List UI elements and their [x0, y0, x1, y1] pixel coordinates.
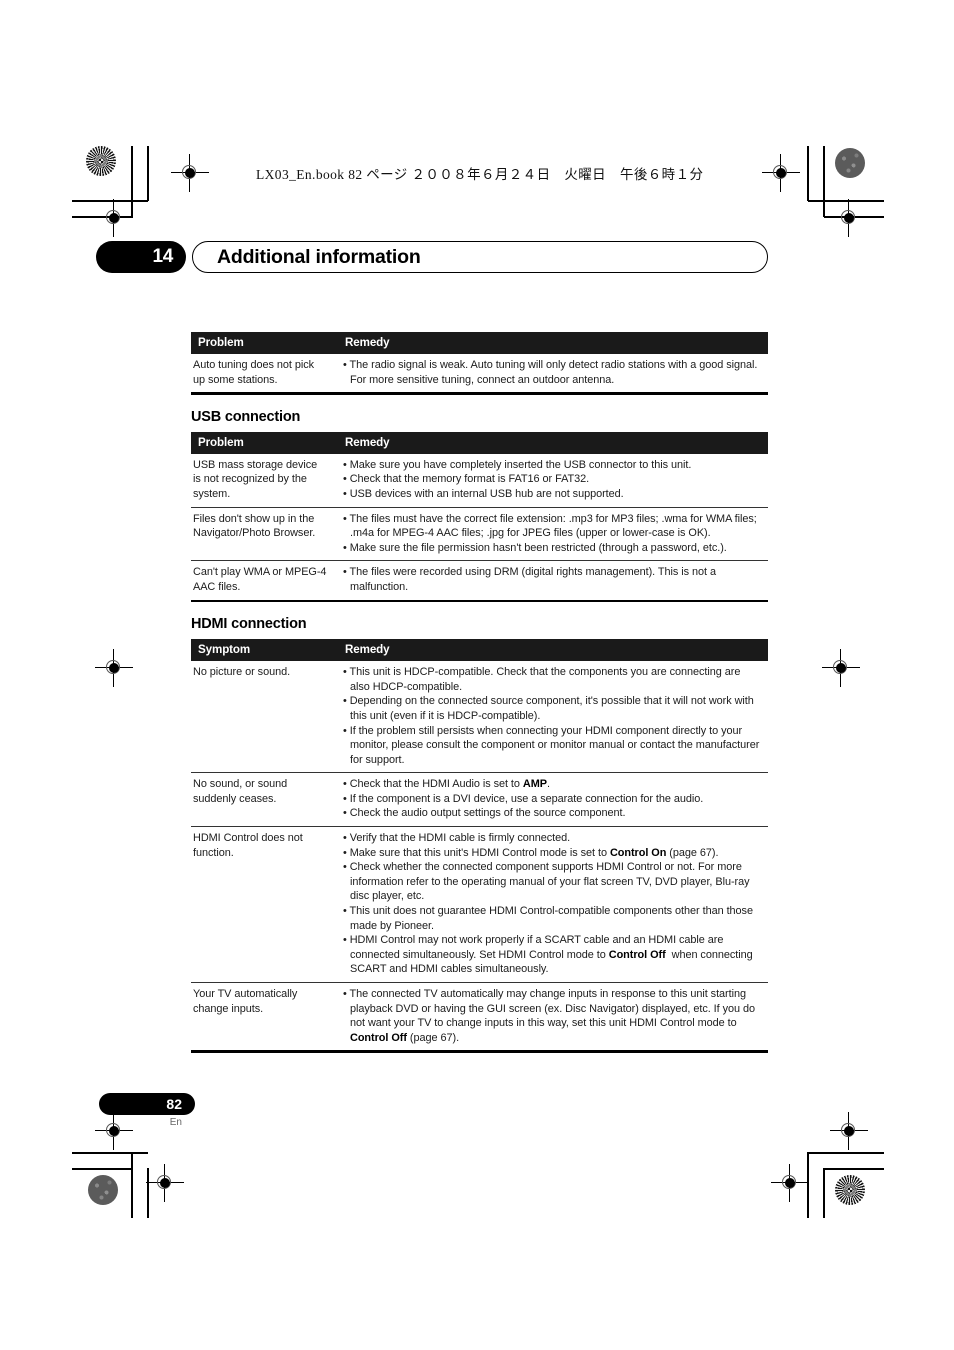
cell-remedy: • The files were recorded using DRM (dig… [333, 561, 768, 600]
density-target-bottom-left [88, 1175, 118, 1205]
section-heading: USB connection [191, 408, 301, 425]
remedy-bullet: • USB devices with an internal USB hub a… [343, 487, 624, 500]
usb-table: USB connection Problem Remedy USB mass stor… [191, 408, 768, 603]
cell-problem: USB mass storage device is not recognize… [191, 453, 333, 508]
density-target-top-left [86, 146, 116, 176]
cell-problem: No picture or sound. [191, 661, 333, 774]
density-target-bottom-right [835, 1175, 865, 1205]
cell-remedy: • This unit is HDCP-compatible. Check th… [333, 661, 768, 774]
chapter-header: 14 Additional information [96, 241, 768, 273]
troubleshooting-table: Symptom Remedy No picture or sound. • This … [191, 639, 768, 1050]
registration-mark-right-middle [822, 649, 860, 687]
cell-problem: Files don't show up in the Navigator/Pho… [191, 507, 333, 562]
cell-remedy: • Verify that the HDMI cable is firmly c… [333, 826, 768, 983]
table-header-row: Problem Remedy [191, 332, 768, 354]
main-content: Problem Remedy Auto tuning does not pick u… [191, 332, 768, 1053]
remedy-bullet: • If the problem still persists when con… [343, 724, 760, 766]
remedy-bullet: • Check the audio output settings of the… [343, 807, 626, 820]
print-header-book-line: LX03_En.book 82 ページ ２００８年６月２４日 火曜日 午後６時１… [256, 167, 704, 182]
remedy-bullet: • This unit does not guarantee HDMI Cont… [343, 905, 753, 932]
table-row: USB mass storage device is not recognize… [191, 453, 768, 508]
troubleshooting-table: Problem Remedy Auto tuning does not pick u… [191, 332, 768, 392]
cell-remedy: • The files must have the correct file e… [333, 507, 768, 562]
table-row: Can't play WMA or MPEG-4 AAC files. • The… [191, 561, 768, 600]
crop-mark-top-left-h1 [72, 200, 148, 202]
tuner-table: Problem Remedy Auto tuning does not pick u… [191, 332, 768, 395]
cell-remedy: • The connected TV automatically may cha… [333, 983, 768, 1051]
density-target-top-right [835, 148, 865, 178]
cell-problem: HDMI Control does not function. [191, 826, 333, 983]
cell-remedy: • Make sure you have completely inserted… [333, 453, 768, 508]
registration-mark-bottom-right-outer [830, 1112, 868, 1150]
table-row: No picture or sound. • This unit is HDCP-… [191, 661, 768, 774]
table-row: Files don't show up in the Navigator/Pho… [191, 507, 768, 562]
remedy-bullet: • Make sure you have completely inserted… [343, 458, 692, 471]
cell-remedy: • The radio signal is weak. Auto tuning … [333, 354, 768, 392]
troubleshooting-table: Problem Remedy USB mass storage device is … [191, 431, 768, 600]
registration-mark-bottom-right-inner [771, 1164, 809, 1202]
remedy-bullet: • Make sure the file permission hasn't b… [343, 541, 727, 554]
registration-mark-bottom-left-inner [146, 1164, 184, 1202]
remedy-bullet: • Check that the HDMI Audio is set to AM… [343, 778, 550, 791]
crop-mark-top-left-v1 [131, 146, 133, 217]
remedy-bullet: • The files must have the correct file e… [343, 512, 757, 540]
remedy-bullet: • If the component is a DVI device, use … [343, 792, 704, 805]
remedy-bullet: • The connected TV automatically may cha… [343, 988, 755, 1044]
table-bottom-rule [191, 1050, 768, 1053]
crop-mark-bottom-left-h2 [72, 1168, 132, 1170]
crop-mark-bottom-right-v2 [823, 1168, 825, 1218]
column-header-remedy: Remedy [333, 639, 768, 662]
registration-mark-top-right-outer [830, 199, 868, 237]
column-header-problem: Problem [191, 332, 333, 354]
page-title: Additional information [217, 246, 421, 268]
column-header-problem: Problem [191, 431, 333, 454]
remedy-bullet: • Depending on the connected source comp… [343, 695, 754, 722]
crop-mark-bottom-right-h2 [824, 1168, 884, 1170]
section-heading: HDMI connection [191, 616, 307, 633]
registration-mark-top-right-inner [762, 154, 800, 192]
column-header-remedy: Remedy [333, 332, 768, 354]
remedy-bullet: • The files were recorded using DRM (dig… [343, 566, 716, 593]
table-bottom-rule [191, 392, 768, 395]
page-language-code: En [169, 1117, 182, 1128]
crop-mark-bottom-left-h1 [72, 1152, 148, 1154]
crop-mark-top-right-v2 [823, 146, 825, 217]
table-row: HDMI Control does not function. • Verify … [191, 826, 768, 983]
registration-mark-left-middle [95, 649, 133, 687]
column-header-problem: Symptom [191, 639, 333, 662]
remedy-bullet: • Check whether the connected component … [343, 861, 750, 903]
table-bottom-rule [191, 599, 768, 603]
crop-mark-top-left-v2 [147, 146, 149, 201]
registration-mark-top-left-outer [95, 199, 133, 237]
remedy-bullet: • Verify that the HDMI cable is firmly c… [343, 832, 571, 845]
remedy-bullet: • Check that the memory format is FAT16 … [343, 473, 590, 486]
crop-mark-bottom-right-v1 [807, 1152, 809, 1218]
crop-mark-bottom-right-h1 [808, 1152, 884, 1154]
remedy-bullet: • Make sure that this unit's HDMI Contro… [343, 846, 719, 859]
hdmi-table: HDMI connection Symptom Remedy No picture o… [191, 616, 768, 1053]
column-header-remedy: Remedy [333, 431, 768, 454]
table-header-row: Problem Remedy [191, 431, 768, 454]
registration-mark-top-left-inner [171, 154, 209, 192]
crop-mark-bottom-left-v1 [131, 1152, 133, 1218]
table-row: No sound, or sound suddenly ceases. • Che… [191, 772, 768, 828]
cell-problem: Auto tuning does not pick up some statio… [193, 359, 315, 386]
remedy-bullet: • The radio signal is weak. Auto tuning … [343, 359, 758, 386]
crop-mark-top-right-v1 [807, 146, 809, 201]
cell-problem: Your TV automatically change inputs. [193, 988, 298, 1015]
crop-mark-top-right-h1 [808, 200, 884, 202]
cell-problem: Can't play WMA or MPEG-4 AAC files. [193, 566, 327, 593]
crop-mark-bottom-left-v2 [147, 1168, 149, 1218]
remedy-bullet: • This unit is HDCP-compatible. Check th… [343, 666, 741, 693]
remedy-bullet: • HDMI Control may not work properly if … [343, 934, 753, 976]
table-row: Your TV automatically change inputs. • Th… [191, 983, 768, 1051]
cell-problem: No sound, or sound suddenly ceases. [191, 772, 333, 828]
cell-remedy: • Check that the HDMI Audio is set to AM… [333, 772, 768, 828]
table-row: Auto tuning does not pick up some statio… [191, 354, 768, 392]
page-number-badge: 82 [99, 1093, 195, 1115]
table-header-row: Symptom Remedy [191, 639, 768, 662]
chapter-number: 14 [96, 241, 186, 273]
